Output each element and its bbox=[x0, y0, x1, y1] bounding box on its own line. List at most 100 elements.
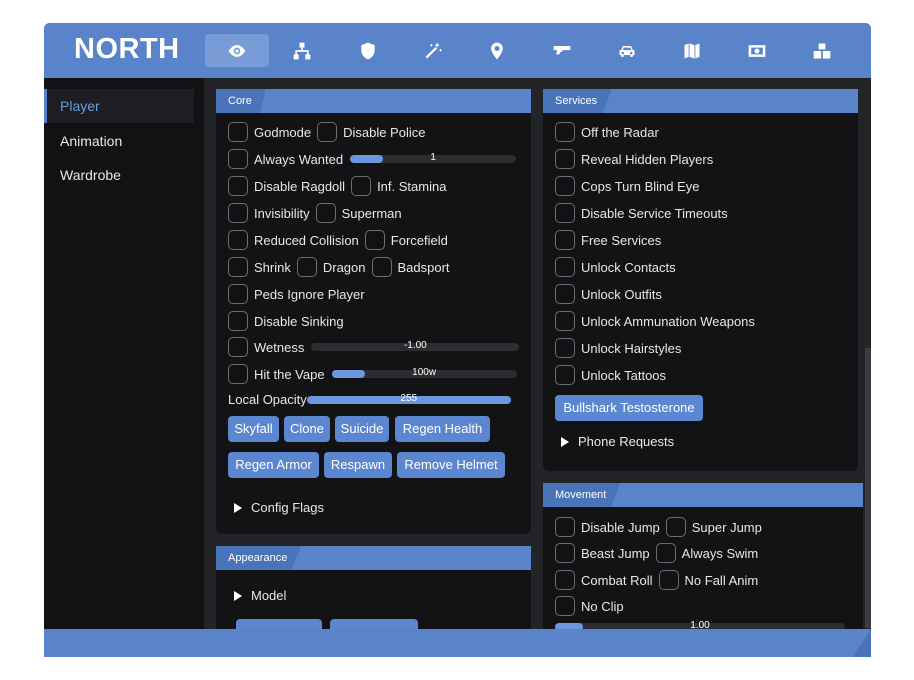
core-row: Wetness -1.00 bbox=[228, 337, 520, 357]
appearance-button-cut[interactable] bbox=[330, 619, 418, 629]
disable-ragdoll-checkbox[interactable] bbox=[228, 176, 248, 196]
free-services-checkbox[interactable] bbox=[555, 230, 575, 250]
dragon-checkbox[interactable] bbox=[296, 257, 317, 277]
invisibility-checkbox[interactable] bbox=[228, 203, 248, 223]
expand-arrow-icon bbox=[561, 436, 569, 447]
network-icon bbox=[293, 42, 311, 59]
hit-vape-checkbox[interactable] bbox=[228, 364, 248, 384]
local-opacity-slider[interactable]: 255 bbox=[306, 393, 511, 404]
forcefield-label: Forcefield bbox=[390, 232, 448, 248]
tab-weapons[interactable] bbox=[530, 34, 594, 67]
no-fall-anim-checkbox[interactable] bbox=[658, 570, 679, 590]
inf-stamina-checkbox[interactable] bbox=[351, 176, 372, 196]
appearance-panel-title: Appearance bbox=[216, 546, 302, 570]
no-fall-anim-label: No Fall Anim bbox=[684, 572, 759, 588]
cops-blind-checkbox[interactable] bbox=[555, 176, 575, 196]
bullshark-button[interactable]: Bullshark Testosterone bbox=[555, 395, 703, 421]
unlock-outfits-checkbox[interactable] bbox=[555, 284, 575, 304]
tab-shield[interactable] bbox=[336, 34, 400, 67]
config-flags-tree[interactable]: Config Flags bbox=[234, 500, 324, 515]
reduced-collision-checkbox[interactable] bbox=[228, 230, 248, 250]
config-flags-label: Config Flags bbox=[251, 500, 324, 515]
tab-network[interactable] bbox=[270, 34, 334, 67]
skyfall-button[interactable]: Skyfall bbox=[228, 416, 279, 442]
tab-vehicle[interactable] bbox=[595, 34, 659, 67]
appearance-button-cut[interactable] bbox=[236, 619, 322, 629]
model-tree[interactable]: Model bbox=[234, 588, 286, 603]
services-panel: Services Off the Radar Reveal Hidden Pla… bbox=[543, 89, 858, 471]
regen-health-button[interactable]: Regen Health bbox=[395, 416, 490, 442]
no-clip-label: No Clip bbox=[581, 598, 624, 614]
superman-checkbox[interactable] bbox=[315, 203, 336, 223]
tab-misc[interactable] bbox=[790, 34, 854, 67]
services-row: Reveal Hidden Players bbox=[555, 149, 713, 169]
always-wanted-checkbox[interactable] bbox=[228, 149, 248, 169]
unlock-tattoos-checkbox[interactable] bbox=[555, 365, 575, 385]
core-panel-title: Core bbox=[216, 89, 266, 113]
boxes-icon bbox=[813, 43, 831, 58]
clone-button[interactable]: Clone bbox=[284, 416, 330, 442]
shrink-checkbox[interactable] bbox=[228, 257, 248, 277]
badsport-checkbox[interactable] bbox=[371, 257, 392, 277]
godmode-checkbox[interactable] bbox=[228, 122, 248, 142]
forcefield-checkbox[interactable] bbox=[364, 230, 385, 250]
local-opacity-label: Local Opacity bbox=[228, 392, 307, 407]
disable-jump-checkbox[interactable] bbox=[555, 517, 575, 537]
disable-police-checkbox[interactable] bbox=[317, 122, 338, 142]
no-clip-checkbox[interactable] bbox=[555, 596, 575, 616]
suicide-button[interactable]: Suicide bbox=[335, 416, 389, 442]
off-radar-checkbox[interactable] bbox=[555, 122, 575, 142]
service-label: Unlock Contacts bbox=[581, 259, 676, 275]
tab-money[interactable] bbox=[725, 34, 789, 67]
always-wanted-slider[interactable]: 1 bbox=[350, 152, 517, 163]
hit-vape-slider[interactable]: 100w bbox=[331, 367, 517, 378]
unlock-ammunation-checkbox[interactable] bbox=[555, 311, 575, 331]
service-label: Unlock Outfits bbox=[581, 286, 662, 302]
scrollbar[interactable] bbox=[865, 348, 871, 628]
unlock-hairstyles-checkbox[interactable] bbox=[555, 338, 575, 358]
gun-icon bbox=[553, 45, 571, 54]
unlock-contacts-checkbox[interactable] bbox=[555, 257, 575, 277]
sidebar-item-animation[interactable]: Animation bbox=[44, 124, 194, 158]
resize-corner[interactable] bbox=[853, 629, 871, 657]
disable-sinking-checkbox[interactable] bbox=[228, 311, 248, 331]
beast-jump-label: Beast Jump bbox=[581, 545, 650, 561]
combat-roll-checkbox[interactable] bbox=[555, 570, 575, 590]
regen-armor-button[interactable]: Regen Armor bbox=[228, 452, 319, 478]
service-label: Disable Service Timeouts bbox=[581, 205, 728, 221]
wetness-slider-value: -1.00 bbox=[403, 340, 427, 351]
tab-map[interactable] bbox=[660, 34, 724, 67]
services-row: Unlock Ammunation Weapons bbox=[555, 311, 755, 331]
respawn-button[interactable]: Respawn bbox=[324, 452, 392, 478]
remove-helmet-button[interactable]: Remove Helmet bbox=[397, 452, 505, 478]
beast-jump-checkbox[interactable] bbox=[555, 543, 575, 563]
wetness-checkbox[interactable] bbox=[228, 337, 248, 357]
service-label: Cops Turn Blind Eye bbox=[581, 178, 700, 194]
reveal-hidden-checkbox[interactable] bbox=[555, 149, 575, 169]
peds-ignore-checkbox[interactable] bbox=[228, 284, 248, 304]
sidebar-item-player[interactable]: Player bbox=[44, 89, 194, 123]
always-swim-checkbox[interactable] bbox=[655, 543, 676, 563]
tab-location[interactable] bbox=[465, 34, 529, 67]
super-jump-checkbox[interactable] bbox=[665, 517, 686, 537]
phone-requests-tree[interactable]: Phone Requests bbox=[561, 434, 674, 449]
bottom-bar bbox=[44, 629, 871, 657]
movement-panel-title: Movement bbox=[543, 483, 621, 507]
sidebar: Player Animation Wardrobe bbox=[44, 78, 204, 629]
sidebar-item-wardrobe[interactable]: Wardrobe bbox=[44, 158, 194, 192]
disable-timeouts-checkbox[interactable] bbox=[555, 203, 575, 223]
service-label: Unlock Hairstyles bbox=[581, 340, 682, 356]
money-icon bbox=[748, 44, 766, 57]
appearance-panel-header: Appearance bbox=[216, 546, 531, 570]
tab-magic-wand[interactable] bbox=[401, 34, 465, 67]
tab-eye[interactable] bbox=[205, 34, 269, 67]
wetness-slider[interactable]: -1.00 bbox=[311, 340, 520, 351]
services-row: Unlock Contacts bbox=[555, 257, 676, 277]
core-panel: Core Godmode Disable Police Always Wante… bbox=[216, 89, 531, 534]
inf-stamina-label: Inf. Stamina bbox=[377, 178, 447, 194]
movement-row: Combat Roll No Fall Anim bbox=[555, 570, 758, 590]
godmode-label: Godmode bbox=[254, 124, 312, 140]
expand-arrow-icon bbox=[234, 502, 242, 513]
core-row: Disable Sinking bbox=[228, 311, 344, 331]
service-label: Free Services bbox=[581, 232, 662, 248]
